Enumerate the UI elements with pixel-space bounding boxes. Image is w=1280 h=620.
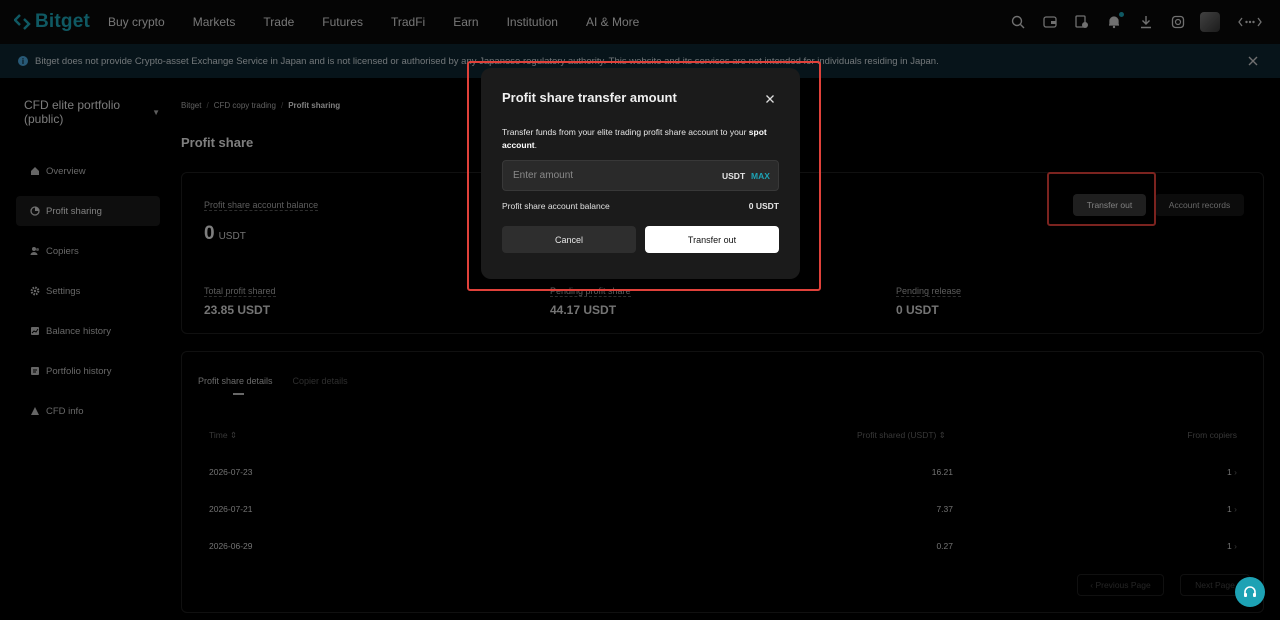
headset-icon (1244, 586, 1256, 597)
support-button[interactable] (1235, 577, 1265, 607)
modal-highlight-box (467, 61, 821, 291)
